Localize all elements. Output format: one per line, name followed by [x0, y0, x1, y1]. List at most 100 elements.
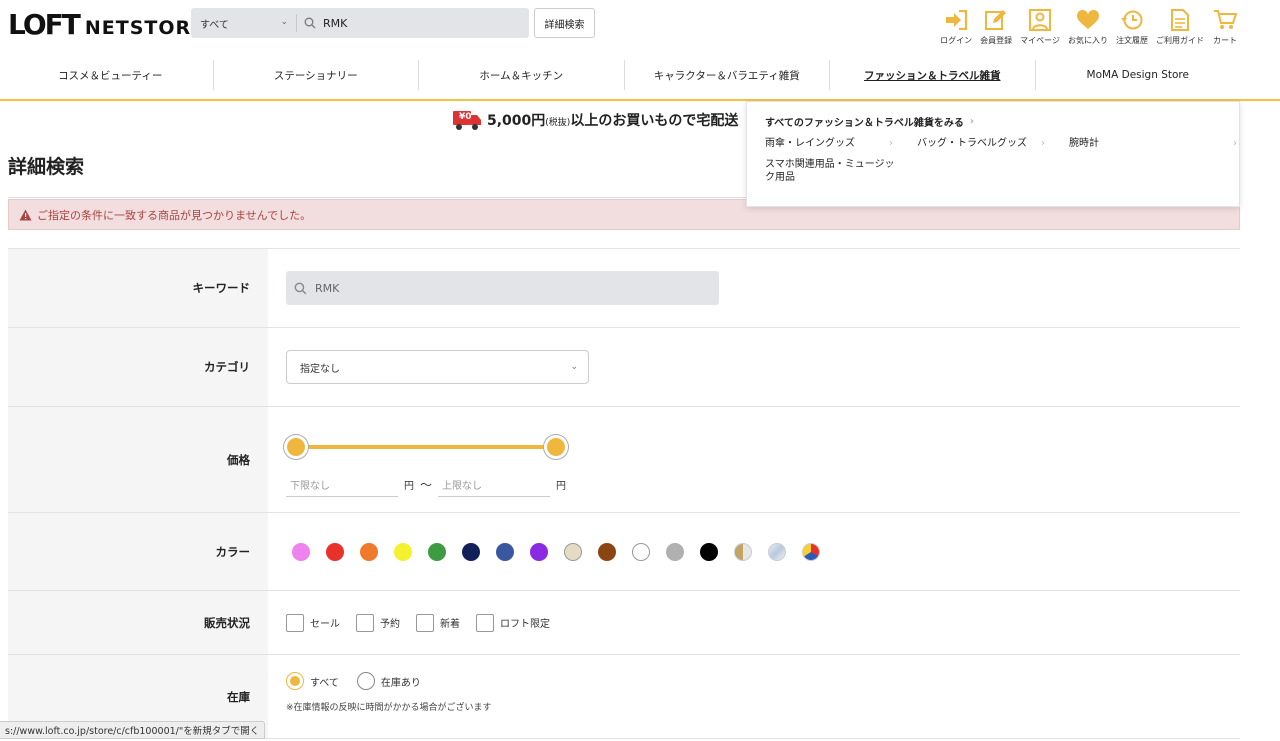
category-home-kitchen[interactable]: ホーム＆キッチン	[418, 60, 624, 90]
keyword-input[interactable]: RMK	[286, 271, 719, 305]
status-row: 販売状況 セール 予約 新着 ロフト限定	[8, 590, 1240, 654]
search-icon	[294, 282, 307, 294]
price-field: 下限なし 円 〜 上限なし 円	[268, 407, 1240, 512]
price-range-separator: 〜	[420, 478, 433, 492]
radio-circle[interactable]	[356, 672, 375, 690]
status-new-checkbox[interactable]: 新着	[416, 613, 460, 632]
status-loft-limited-checkbox[interactable]: ロフト限定	[476, 613, 550, 632]
cart-icon	[1212, 8, 1238, 32]
category-fashion-travel[interactable]: ファッション＆トラベル雑貨	[829, 60, 1035, 90]
checkbox-box[interactable]	[286, 613, 304, 632]
stock-note: ※在庫情報の反映に時間がかかる場合がございます	[286, 703, 492, 713]
cart-link[interactable]: カート	[1212, 8, 1238, 46]
login-icon	[943, 8, 969, 32]
category-cosme[interactable]: コスメ＆ビューティー	[8, 60, 213, 90]
stock-radios: すべて 在庫あり	[286, 672, 492, 690]
keyword-value: RMK	[315, 281, 340, 295]
stock-in-stock-radio[interactable]: 在庫あり	[356, 672, 421, 690]
color-swatch[interactable]	[326, 542, 344, 561]
price-slider-track[interactable]	[296, 444, 556, 449]
dropdown-item-watches[interactable]: 腕時計 ›	[1069, 137, 1237, 150]
dropdown-item-label: 雨傘・レイングッズ	[765, 138, 855, 149]
price-min-unit: 円	[404, 481, 414, 492]
checkbox-box[interactable]	[356, 613, 374, 632]
history-icon	[1119, 8, 1145, 32]
price-min-input[interactable]: 下限なし	[286, 473, 398, 497]
color-swatch[interactable]	[428, 542, 446, 561]
status-preorder-checkbox[interactable]: 予約	[356, 613, 400, 632]
price-slider-max-handle[interactable]	[544, 434, 568, 459]
price-label: 価格	[8, 407, 268, 512]
color-swatch[interactable]	[530, 542, 548, 561]
mypage-link[interactable]: マイページ	[1020, 8, 1060, 46]
price-slider-min-handle[interactable]	[284, 434, 308, 459]
register-link[interactable]: 会員登録	[980, 8, 1012, 46]
color-swatch[interactable]	[292, 542, 310, 561]
stock-all-radio[interactable]: すべて	[286, 672, 339, 690]
dropdown-item-bags[interactable]: バッグ・トラベルグッズ ›	[917, 137, 1069, 150]
radio-label: すべて	[310, 677, 339, 689]
color-swatch[interactable]	[734, 542, 752, 561]
order-history-label: 注文履歴	[1116, 36, 1148, 45]
search-bar: すべて ⌄ RMK	[191, 8, 529, 38]
favorites-label: お気に入り	[1068, 36, 1108, 45]
search-category-select[interactable]: すべて ⌄	[191, 8, 296, 38]
color-swatch[interactable]	[564, 542, 582, 561]
color-swatch[interactable]	[700, 542, 718, 561]
guide-link[interactable]: ご利用ガイド	[1156, 8, 1204, 46]
price-max-unit: 円	[556, 481, 567, 492]
favorites-link[interactable]: お気に入り	[1068, 8, 1108, 46]
search-input[interactable]: RMK	[323, 17, 347, 30]
dropdown-item-label: スマホ関連用品・ミュージック用品	[765, 159, 895, 183]
price-max-input[interactable]: 上限なし	[438, 473, 551, 497]
category-character-variety[interactable]: キャラクター＆バラエティ雑貨	[623, 60, 830, 90]
chevron-right-icon: ›	[889, 138, 893, 149]
color-swatch[interactable]	[802, 542, 820, 561]
status-checkboxes: セール 予約 新着 ロフト限定	[286, 613, 566, 632]
alert-text: ご指定の条件に一致する商品が見つかりませんでした。	[37, 208, 312, 222]
search-icon	[297, 17, 323, 29]
login-link[interactable]: ログイン	[940, 8, 972, 46]
logo-sub: NETSTORE	[84, 17, 206, 39]
banner-message: 以上のお買いもので宅配送	[570, 113, 739, 129]
color-swatch[interactable]	[462, 542, 480, 561]
checkbox-box[interactable]	[416, 613, 434, 632]
price-range: 下限なし 円 〜 上限なし 円	[284, 415, 586, 505]
color-swatch[interactable]	[360, 542, 378, 561]
page-title: 詳細検索	[8, 156, 85, 178]
stock-options: すべて 在庫あり ※在庫情報の反映に時間がかかる場合がございます	[286, 672, 492, 713]
dropdown-item-umbrella[interactable]: 雨傘・レイングッズ ›	[765, 137, 917, 150]
category-stationery[interactable]: ステーショナリー	[212, 60, 419, 90]
banner-amount: 5,000円	[487, 113, 546, 129]
category-label: カテゴリ	[8, 328, 268, 406]
logo-main: LOFT	[8, 8, 81, 41]
dropdown-all-link[interactable]: すべてのファッション＆トラベル雑貨をみる ›	[765, 114, 1221, 129]
free-shipping-banner[interactable]: ¥0 5,000円(税抜)以上のお買いもので宅配送	[452, 108, 738, 132]
color-swatch[interactable]	[768, 542, 786, 561]
radio-circle[interactable]	[286, 672, 304, 690]
radio-label: 在庫あり	[380, 677, 421, 689]
user-icon	[1027, 8, 1053, 32]
category-moma[interactable]: MoMA Design Store	[1034, 60, 1241, 90]
dropdown-item-label: バッグ・トラベルグッズ	[917, 138, 1027, 149]
advanced-search-button[interactable]: 詳細検索	[534, 8, 595, 38]
status-field: セール 予約 新着 ロフト限定	[268, 591, 1240, 654]
checkbox-label: セール	[310, 619, 340, 630]
site-logo[interactable]: LOFT NETSTORE	[8, 8, 205, 41]
color-swatch[interactable]	[496, 542, 514, 561]
color-swatch[interactable]	[666, 542, 684, 561]
color-swatch[interactable]	[394, 542, 412, 561]
color-swatch[interactable]	[632, 542, 650, 561]
checkbox-box[interactable]	[476, 613, 494, 632]
free-shipping-badge: ¥0	[459, 112, 472, 122]
status-sale-checkbox[interactable]: セール	[286, 613, 340, 632]
dropdown-item-smartphone[interactable]: スマホ関連用品・ミュージック用品 ›	[765, 158, 917, 184]
color-swatch[interactable]	[598, 542, 616, 561]
chevron-right-icon: ›	[1233, 138, 1237, 149]
stock-field: すべて 在庫あり ※在庫情報の反映に時間がかかる場合がございます	[268, 655, 1240, 738]
category-select[interactable]: 指定なし ⌄	[286, 350, 589, 384]
guide-icon	[1167, 8, 1193, 32]
order-history-link[interactable]: 注文履歴	[1116, 8, 1148, 46]
category-nav: コスメ＆ビューティー ステーショナリー ホーム＆キッチン キャラクター＆バラエテ…	[8, 60, 1240, 90]
category-row: カテゴリ 指定なし ⌄	[8, 327, 1240, 406]
